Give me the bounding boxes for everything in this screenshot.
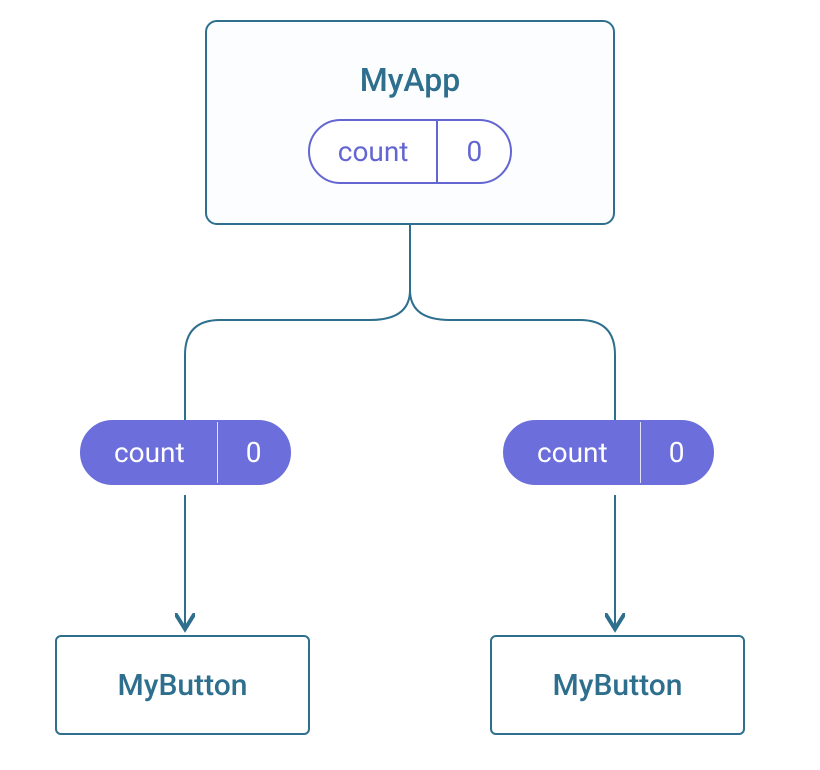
state-label: count xyxy=(310,121,439,182)
state-value: 0 xyxy=(438,121,510,182)
prop-pill-left: count 0 xyxy=(80,420,291,485)
state-pill: count 0 xyxy=(308,119,512,184)
prop-pill-right: count 0 xyxy=(503,420,714,485)
myapp-title: MyApp xyxy=(360,61,461,99)
mybutton-box-right: MyButton xyxy=(490,635,745,735)
myapp-component-box: MyApp count 0 xyxy=(205,20,615,225)
mybutton-label-right: MyButton xyxy=(553,668,683,703)
prop-value-left: 0 xyxy=(218,422,290,483)
mybutton-box-left: MyButton xyxy=(55,635,310,735)
prop-value-right: 0 xyxy=(641,422,713,483)
prop-label-right: count xyxy=(505,422,641,483)
prop-label-left: count xyxy=(82,422,218,483)
mybutton-label-left: MyButton xyxy=(118,668,248,703)
